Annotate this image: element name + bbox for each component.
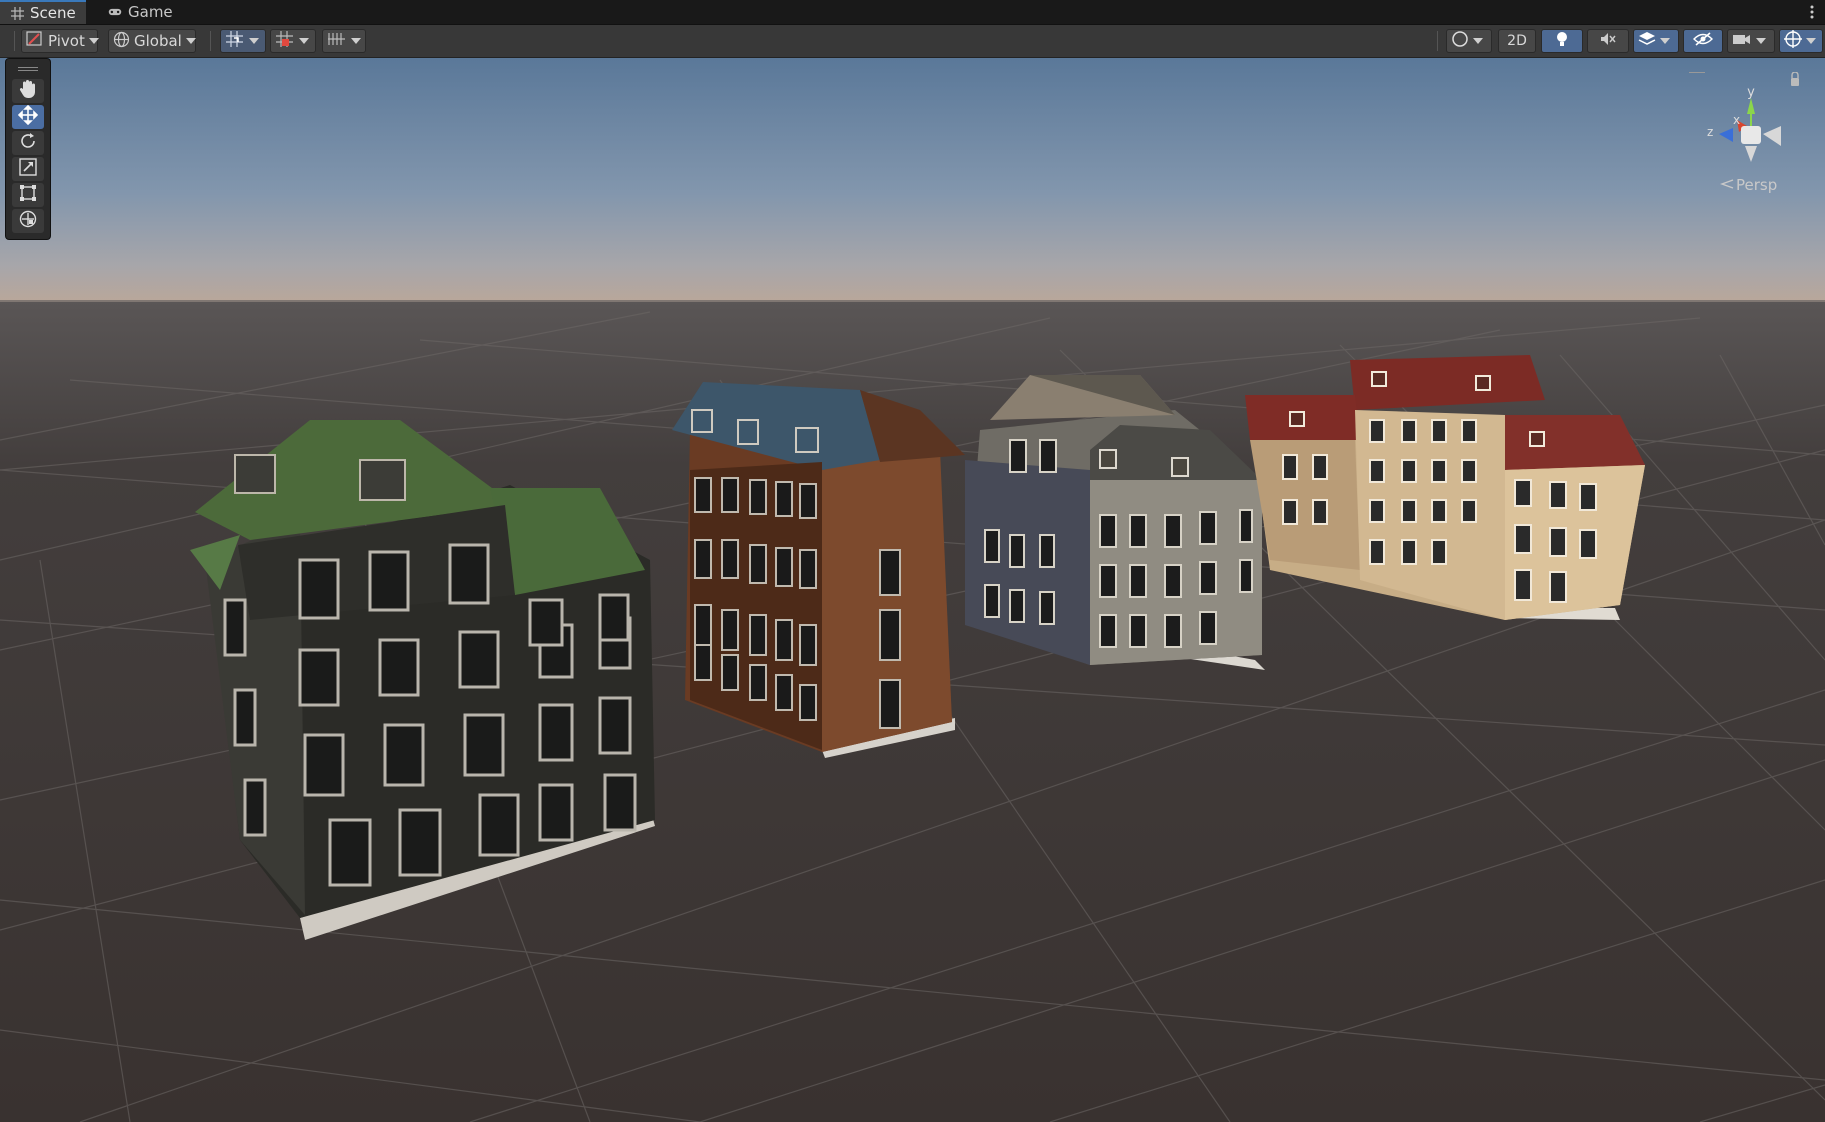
toggle-2d-label: 2D (1507, 33, 1527, 49)
transform-icon (18, 209, 38, 233)
scene-tools-overlay (5, 58, 51, 240)
move-arrows-icon (17, 104, 39, 129)
snap-increment-icon (275, 30, 295, 52)
shaded-sphere-icon (1451, 30, 1469, 52)
chevron-down-icon (1660, 38, 1670, 44)
x-axis-label: x (1733, 113, 1740, 127)
camera-settings-dropdown[interactable] (1727, 29, 1775, 53)
gamepad-icon (108, 5, 122, 19)
toggle-2d-button[interactable]: 2D (1498, 29, 1536, 53)
drag-handle[interactable] (18, 67, 38, 68)
toolbar-separator (210, 31, 211, 51)
z-axis-cone[interactable] (1719, 128, 1733, 142)
scale-icon (18, 157, 38, 181)
speaker-muted-icon (1599, 31, 1617, 51)
incremental-snap-toggle[interactable] (270, 29, 316, 53)
grid-icon (10, 6, 24, 20)
global-label: Global (134, 32, 182, 50)
chevron-down-icon (351, 38, 361, 44)
building-brick (672, 382, 965, 758)
audio-toggle[interactable] (1587, 29, 1629, 53)
chevron-down-icon (1756, 38, 1766, 44)
tab-scene[interactable]: Scene (0, 0, 86, 24)
grid-snapping-toggle[interactable] (220, 29, 266, 53)
globe-icon (113, 31, 130, 52)
y-axis-cone[interactable] (1747, 98, 1755, 114)
more-options-icon[interactable] (1809, 3, 1815, 21)
scene-viewport[interactable] (0, 58, 1825, 1122)
move-tool-button[interactable] (12, 104, 44, 129)
perspective-icon (1719, 176, 1734, 194)
align-to-grid-toggle[interactable] (322, 29, 366, 53)
global-dropdown[interactable]: Global (108, 29, 196, 53)
scene-visibility-toggle[interactable] (1683, 29, 1723, 53)
rect-tool-button[interactable] (12, 183, 44, 207)
transform-tool-button[interactable] (12, 209, 44, 233)
chevron-down-icon (1473, 38, 1483, 44)
chevron-down-icon (299, 38, 309, 44)
layers-icon (1638, 31, 1656, 51)
hand-tool-button[interactable] (12, 79, 44, 103)
lightbulb-icon (1555, 30, 1569, 52)
chevron-down-icon (88, 38, 99, 44)
lock-icon[interactable] (1791, 78, 1799, 86)
lighting-toggle[interactable] (1541, 29, 1583, 53)
rotate-tool-button[interactable] (12, 131, 44, 155)
chevron-down-icon (249, 38, 259, 44)
ruler-grid-icon (327, 31, 347, 51)
pivot-icon (26, 31, 44, 51)
gizmo-sphere-icon (1784, 30, 1802, 52)
projection-toggle[interactable]: Persp (1719, 176, 1778, 194)
toolbar-separator (1437, 31, 1438, 51)
editor-tab-bar: Scene Game (0, 0, 1825, 25)
chevron-down-icon (1806, 38, 1816, 44)
scene-render (0, 58, 1825, 1122)
camera-icon (1732, 32, 1752, 50)
eye-hidden-icon (1693, 32, 1713, 50)
rotate-icon (18, 131, 38, 155)
pivot-dropdown[interactable]: Pivot (21, 29, 99, 53)
effects-dropdown[interactable] (1633, 29, 1679, 53)
gizmos-dropdown[interactable] (1779, 29, 1823, 53)
projection-label: Persp (1736, 176, 1778, 194)
rect-transform-icon (18, 183, 38, 207)
pivot-label: Pivot (48, 32, 85, 50)
tab-game-label: Game (128, 3, 173, 21)
draw-mode-dropdown[interactable] (1446, 29, 1492, 53)
scene-toolbar: Pivot Global 2D (0, 25, 1825, 58)
hand-icon (19, 79, 37, 103)
scale-tool-button[interactable] (12, 157, 44, 181)
toolbar-separator (14, 31, 15, 51)
grid-snap-icon (225, 30, 245, 52)
tab-game[interactable]: Game (98, 0, 183, 24)
y-axis-label: y (1747, 85, 1755, 100)
chevron-down-icon (185, 38, 196, 44)
z-axis-label: z (1707, 125, 1713, 139)
tab-scene-label: Scene (30, 4, 76, 22)
